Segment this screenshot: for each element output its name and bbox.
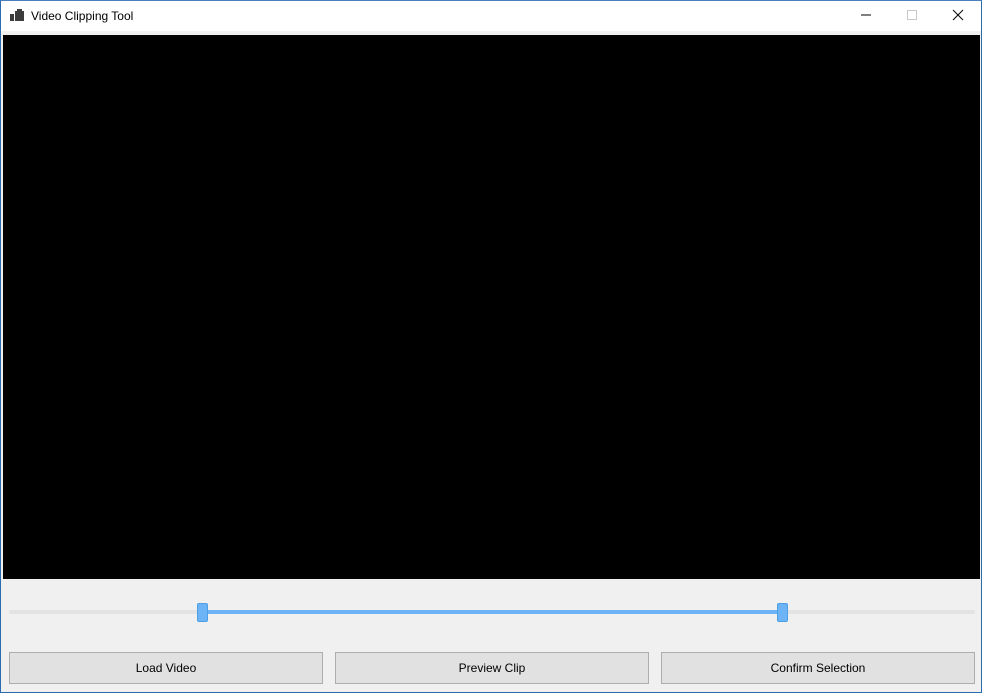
selected-range-fill: [202, 610, 782, 614]
close-icon: [952, 9, 964, 24]
confirm-selection-button[interactable]: Confirm Selection: [661, 652, 975, 684]
clip-range-slider[interactable]: [9, 601, 975, 625]
close-button[interactable]: [935, 1, 981, 31]
video-preview-area[interactable]: [3, 35, 980, 579]
window-controls: [843, 1, 981, 31]
title-bar: Video Clipping Tool: [1, 1, 981, 31]
app-window-icon: [9, 8, 25, 24]
action-buttons: Load Video Preview Clip Confirm Selectio…: [9, 652, 975, 684]
start-handle[interactable]: [197, 603, 209, 622]
maximize-button[interactable]: [889, 1, 935, 31]
minimize-button[interactable]: [843, 1, 889, 31]
minimize-icon: [860, 9, 872, 24]
maximize-icon: [906, 9, 918, 24]
app-window: Video Clipping Tool Load Video Preview C…: [0, 0, 982, 693]
window-title: Video Clipping Tool: [31, 9, 134, 23]
load-video-button[interactable]: Load Video: [9, 652, 323, 684]
end-handle[interactable]: [776, 603, 788, 622]
preview-clip-button[interactable]: Preview Clip: [335, 652, 649, 684]
